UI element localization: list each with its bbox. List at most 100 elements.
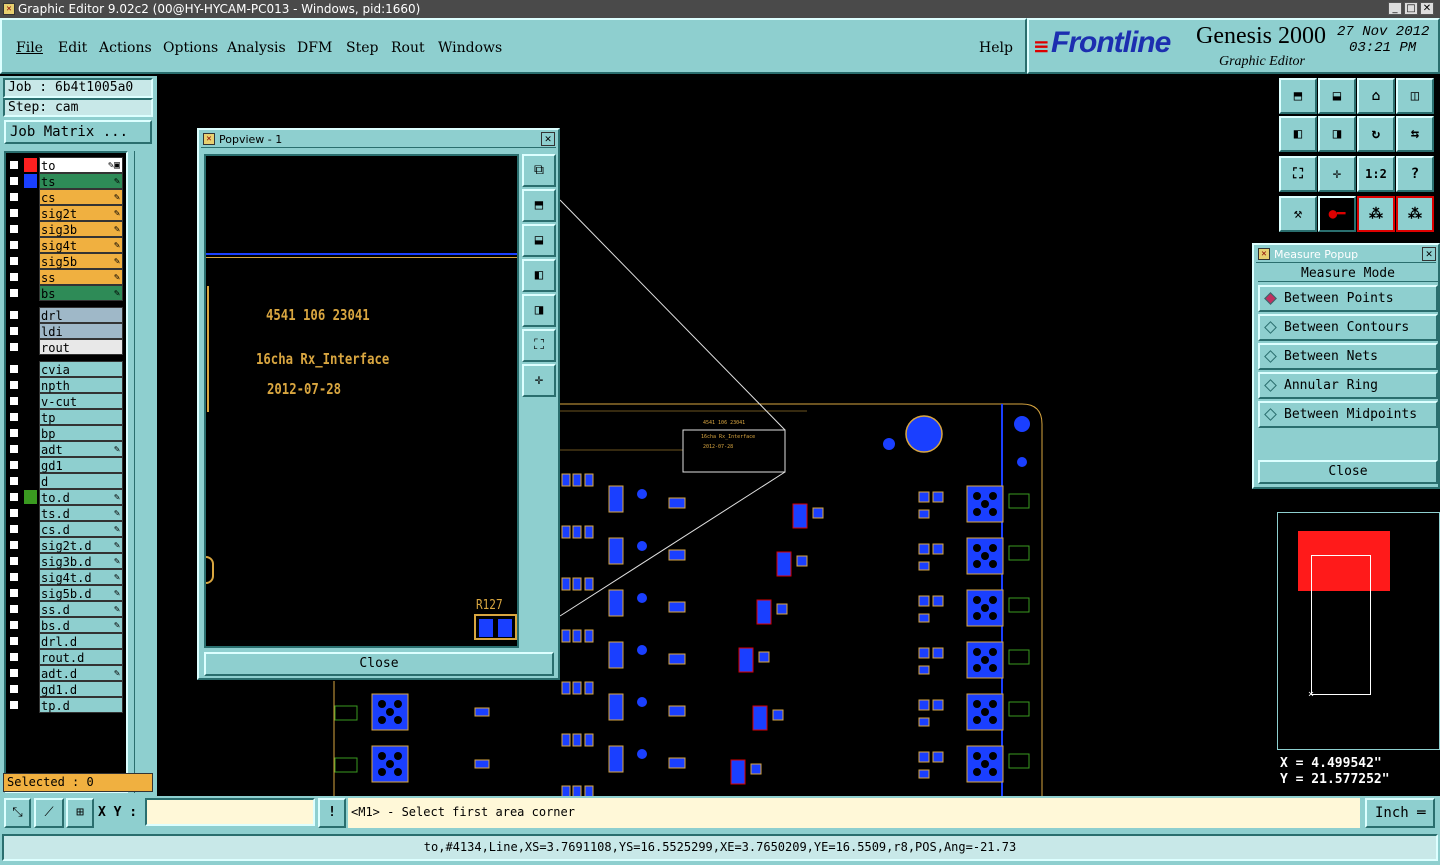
layer-color-swatch[interactable] — [24, 410, 37, 424]
layer-checkbox[interactable] — [9, 636, 19, 646]
popview-pan-right-icon[interactable]: ◨ — [522, 294, 556, 327]
layer-color-swatch[interactable] — [24, 490, 37, 504]
layer-checkbox[interactable] — [9, 700, 19, 710]
layer-row-d[interactable]: d — [6, 473, 123, 489]
layer-color-swatch[interactable] — [24, 378, 37, 392]
menu-actions[interactable]: Actions — [99, 40, 152, 56]
layer-list-scrollbar[interactable] — [134, 151, 154, 793]
menu-dfm[interactable]: DFM — [297, 40, 332, 56]
layer-row-gd1[interactable]: gd1 — [6, 457, 123, 473]
menu-file[interactable]: File — [16, 40, 43, 56]
measure-close-icon[interactable]: ✕ — [1422, 247, 1436, 261]
layer-name[interactable]: sig2t.d ✎ — [39, 537, 123, 553]
layer-color-swatch[interactable] — [24, 190, 37, 204]
overview-map[interactable]: × — [1277, 512, 1440, 750]
layer-checkbox[interactable] — [9, 428, 19, 438]
layer-color-swatch[interactable] — [24, 666, 37, 680]
layer-name[interactable]: drl.d — [39, 633, 123, 649]
probe-icon[interactable]: ●━ — [1318, 196, 1356, 232]
home-icon[interactable]: ⌂ — [1357, 78, 1395, 114]
layer-color-swatch[interactable] — [24, 586, 37, 600]
layer-checkbox[interactable] — [9, 256, 19, 266]
layer-color-swatch[interactable] — [24, 682, 37, 696]
layer-color-swatch[interactable] — [24, 570, 37, 584]
measure-option-between-points[interactable]: Between Points — [1258, 285, 1438, 312]
layer-name[interactable]: adt ✎ — [39, 441, 123, 457]
layer-checkbox[interactable] — [9, 588, 19, 598]
layer-checkbox[interactable] — [9, 288, 19, 298]
layer-checkbox[interactable] — [9, 176, 19, 186]
maximize-button[interactable]: □ — [1404, 2, 1418, 15]
layer-checkbox[interactable] — [9, 224, 19, 234]
layer-name[interactable]: ldi — [39, 323, 123, 339]
layer-checkbox[interactable] — [9, 460, 19, 470]
popview-zoom-fit-icon[interactable]: ⛶ — [522, 329, 556, 362]
layer-name[interactable]: ts ✎ — [39, 173, 123, 189]
pan-left-icon[interactable]: ◧ — [1279, 116, 1317, 152]
close-window-button[interactable]: ✕ — [1420, 2, 1434, 15]
layer-color-swatch[interactable] — [24, 222, 37, 236]
layer-checkbox[interactable] — [9, 524, 19, 534]
layer-color-swatch[interactable] — [24, 394, 37, 408]
measure-title-bar[interactable]: ✕ Measure Popup ✕ — [1256, 247, 1436, 263]
layer-row-adt[interactable]: adt ✎ — [6, 441, 123, 457]
popview-pan-down-icon[interactable]: ⬓ — [522, 224, 556, 257]
measure-tool-icon[interactable]: ⟋ — [34, 798, 64, 828]
layer-name[interactable]: ss.d ✎ — [39, 601, 123, 617]
layer-row-rout-d[interactable]: rout.d — [6, 649, 123, 665]
layer-checkbox[interactable] — [9, 240, 19, 250]
layer-name[interactable]: sig3b ✎ — [39, 221, 123, 237]
layer-checkbox[interactable] — [9, 540, 19, 550]
layer-row-adt-d[interactable]: adt.d ✎ — [6, 665, 123, 681]
layer-name[interactable]: tp — [39, 409, 123, 425]
layer-color-swatch[interactable] — [24, 602, 37, 616]
layer-row-cs[interactable]: cs ✎ — [6, 189, 123, 205]
minimize-button[interactable]: _ — [1388, 2, 1402, 15]
popview-canvas[interactable]: 4541 106 23041 16cha Rx_Interface 2012-0… — [204, 154, 519, 648]
layer-name[interactable]: rout — [39, 339, 123, 355]
layer-row-sig3b[interactable]: sig3b ✎ — [6, 221, 123, 237]
layer-name[interactable]: sig4t.d ✎ — [39, 569, 123, 585]
split-view-icon[interactable]: ◫ — [1396, 78, 1434, 114]
layer-row-drl-d[interactable]: drl.d — [6, 633, 123, 649]
layer-row-gd1-d[interactable]: gd1.d — [6, 681, 123, 697]
layer-name[interactable]: gd1.d — [39, 681, 123, 697]
layer-checkbox[interactable] — [9, 572, 19, 582]
popview-zoom-center-icon[interactable]: ✛ — [522, 364, 556, 397]
layer-row-sig3b-d[interactable]: sig3b.d ✎ — [6, 553, 123, 569]
layer-name[interactable]: bs ✎ — [39, 285, 123, 301]
layer-row-sig2t[interactable]: sig2t ✎ — [6, 205, 123, 221]
layer-row-rout[interactable]: rout — [6, 339, 123, 355]
layer-row-sig5b-d[interactable]: sig5b.d ✎ — [6, 585, 123, 601]
popview-resize-icon[interactable]: ⧉ — [522, 154, 556, 187]
layer-checkbox[interactable] — [9, 556, 19, 566]
layer-checkbox[interactable] — [9, 310, 19, 320]
zoom-center-icon[interactable]: ✛ — [1318, 156, 1356, 192]
layer-name[interactable]: cs.d ✎ — [39, 521, 123, 537]
pan-right-icon[interactable]: ◨ — [1318, 116, 1356, 152]
alert-icon[interactable]: ! — [318, 798, 346, 828]
menu-options[interactable]: Options — [163, 40, 218, 56]
layer-name[interactable]: rout.d — [39, 649, 123, 665]
layer-row-tp-d[interactable]: tp.d — [6, 697, 123, 713]
layer-checkbox[interactable] — [9, 160, 19, 170]
layer-row-sig4t-d[interactable]: sig4t.d ✎ — [6, 569, 123, 585]
pan-up-icon[interactable]: ⬒ — [1279, 78, 1317, 114]
layer-color-swatch[interactable] — [24, 554, 37, 568]
measure-close-button[interactable]: Close — [1258, 460, 1438, 484]
popview-pan-left-icon[interactable]: ◧ — [522, 259, 556, 292]
menu-analysis[interactable]: Analysis — [227, 40, 286, 56]
layer-color-swatch[interactable] — [24, 538, 37, 552]
layer-color-swatch[interactable] — [24, 474, 37, 488]
layer-row-tp[interactable]: tp — [6, 409, 123, 425]
layer-color-swatch[interactable] — [24, 174, 37, 188]
layer-name[interactable]: drl — [39, 307, 123, 323]
layer-color-swatch[interactable] — [24, 206, 37, 220]
popview-close-icon[interactable]: ✕ — [541, 132, 555, 146]
layer-color-swatch[interactable] — [24, 522, 37, 536]
help-icon[interactable]: ? — [1396, 156, 1434, 192]
layer-color-swatch[interactable] — [24, 634, 37, 648]
layer-checkbox[interactable] — [9, 396, 19, 406]
layer-checkbox[interactable] — [9, 380, 19, 390]
layer-color-swatch[interactable] — [24, 458, 37, 472]
